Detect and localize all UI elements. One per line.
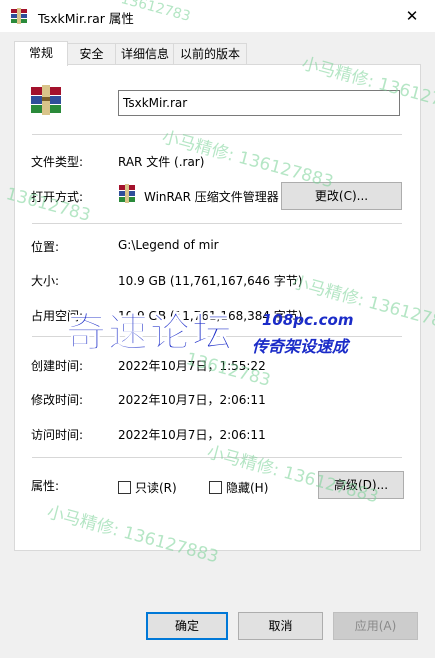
separator [32,336,402,337]
close-button[interactable]: ✕ [389,0,435,32]
change-button[interactable]: 更改(C)... [281,182,402,210]
title-bar: TsxkMir.rar 属性 ✕ [0,0,435,32]
accessed-label: 访问时间: [31,428,84,442]
attributes-label: 属性: [31,479,60,493]
hidden-checkbox[interactable]: 隐藏(H) [209,479,268,496]
separator [32,457,402,458]
tab-details[interactable]: 详细信息 [115,43,175,64]
readonly-checkbox[interactable]: 只读(R) [118,479,177,496]
cancel-button[interactable]: 取消 [238,612,323,640]
readonly-label: 只读(R) [135,481,177,495]
created-value: 2022年10月7日，1:55:22 [118,359,266,373]
separator [32,134,402,135]
close-icon: ✕ [405,7,419,25]
separator [32,223,402,224]
window-title: TsxkMir.rar 属性 [38,11,134,26]
winrar-archive-icon [31,85,61,115]
checkbox-box[interactable] [209,481,222,494]
ok-button[interactable]: 确定 [146,612,228,640]
size-on-disk-label: 占用空间: [31,309,84,323]
modified-value: 2022年10月7日，2:06:11 [118,393,266,407]
hidden-label: 隐藏(H) [226,481,269,495]
tab-security[interactable]: 安全 [66,43,117,64]
dialog-footer: 确定 取消 应用(A) [0,560,435,658]
advanced-button[interactable]: 高级(D)... [318,471,404,499]
apply-button[interactable]: 应用(A) [333,612,418,640]
winrar-app-icon [119,184,135,203]
file-type-label: 文件类型: [31,155,84,169]
size-value: 10.9 GB (11,761,167,646 字节) [118,274,303,288]
file-type-value: RAR 文件 (.rar) [118,155,205,169]
accessed-value: 2022年10月7日，2:06:11 [118,428,266,442]
general-panel: TsxkMir.rar 文件类型: RAR 文件 (.rar) 打开方式: Wi… [14,64,421,551]
tab-general[interactable]: 常规 [14,41,68,66]
location-label: 位置: [31,240,60,254]
created-label: 创建时间: [31,359,84,373]
size-label: 大小: [31,274,60,288]
checkbox-box[interactable] [118,481,131,494]
opens-with-label: 打开方式: [31,190,84,204]
modified-label: 修改时间: [31,393,84,407]
file-name-input[interactable]: TsxkMir.rar [118,90,400,116]
opens-with-value: WinRAR 压缩文件管理器 [144,190,279,204]
winrar-archive-icon [11,8,27,24]
size-on-disk-value: 10.9 GB (11,761,168,384 字节) [118,309,303,323]
location-value: G:\Legend of mir [118,238,219,252]
tab-previous-versions[interactable]: 以前的版本 [173,43,247,64]
